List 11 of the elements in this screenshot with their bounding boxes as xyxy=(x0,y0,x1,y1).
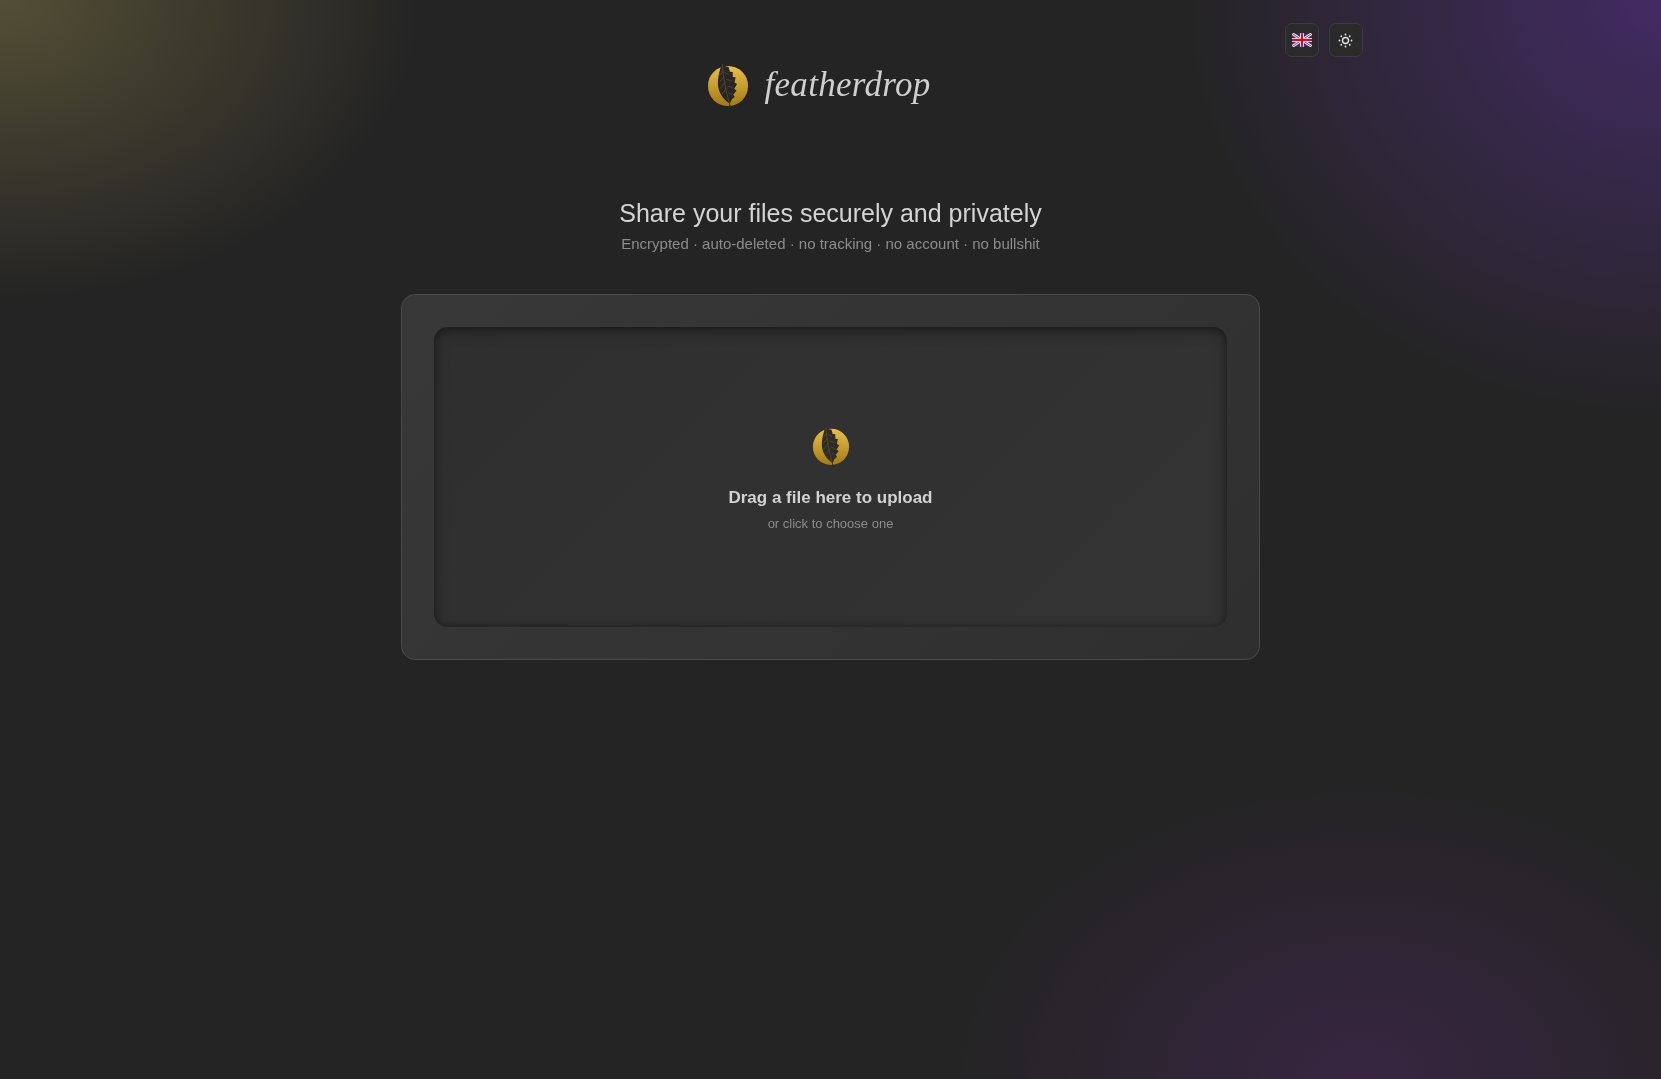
brand-name: featherdrop xyxy=(764,65,931,105)
hero-tagline: Encrypted · auto-deleted · no tracking · no account · no bullshit xyxy=(621,234,1040,254)
hero-title: Share your files securely and privately xyxy=(619,198,1042,229)
feather-logo-icon xyxy=(706,61,749,109)
drop-title: Drag a file here to upload xyxy=(728,487,933,508)
language-button[interactable] xyxy=(1284,23,1319,57)
sun-icon xyxy=(1338,32,1353,48)
drop-hint: or click to choose one xyxy=(767,515,894,531)
drop-zone[interactable]: Drag a file here to upload or click to choose one xyxy=(434,327,1227,627)
theme-toggle-button[interactable] xyxy=(1328,23,1363,57)
flag-icon xyxy=(1291,33,1312,47)
